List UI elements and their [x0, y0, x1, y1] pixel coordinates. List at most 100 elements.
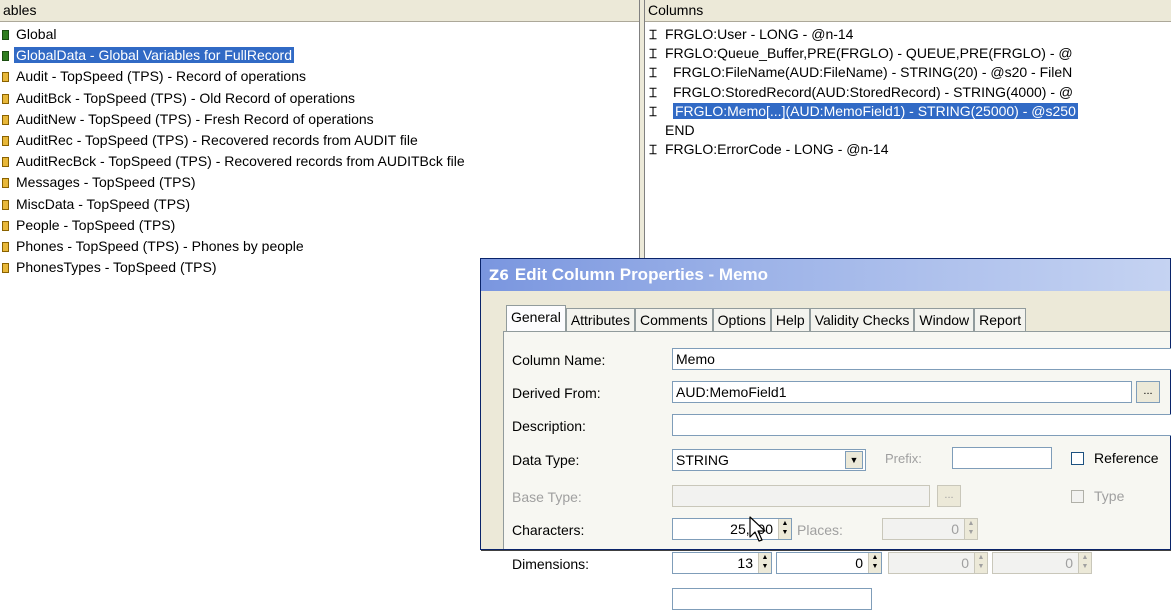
table-icon	[2, 114, 9, 125]
column-item-label: FRGLO:User - LONG - @n-14	[665, 26, 854, 42]
table-item-label: AuditRec - TopSpeed (TPS) - Recovered re…	[16, 132, 418, 148]
data-type-value: STRING	[676, 452, 729, 468]
tab-report[interactable]: Report	[974, 308, 1027, 332]
column-item[interactable]: ⌶ FRGLO:ErrorCode - LONG - @n-14	[647, 140, 1171, 158]
column-item[interactable]: ⌶ FRGLO:FileName(AUD:FileName) - STRING(2…	[647, 63, 1171, 81]
general-tab-panel: Column Name: Memo Derived From: AUD:Memo…	[503, 331, 1171, 610]
dimension-3-value: 0	[961, 555, 969, 571]
table-icon	[2, 199, 9, 210]
table-item-label: Phones - TopSpeed (TPS) - Phones by peop…	[16, 238, 304, 254]
table-item[interactable]: MiscData - TopSpeed (TPS)	[0, 195, 639, 213]
derived-from-input[interactable]: AUD:MemoField1	[672, 381, 1132, 403]
dialog-titlebar[interactable]: Z6 Edit Column Properties - Memo	[481, 259, 1170, 291]
columns-header[interactable]: Columns	[645, 0, 1171, 22]
tables-header[interactable]: ables	[0, 0, 639, 22]
column-icon: ⌶	[649, 66, 657, 82]
base-type-label: Base Type:	[512, 489, 582, 505]
dialog-tabs: General Attributes Comments Options Help Vali…	[506, 305, 1170, 332]
tab-comments[interactable]: Comments	[634, 308, 713, 332]
table-item[interactable]: AuditRec - TopSpeed (TPS) - Recovered re…	[0, 131, 639, 149]
column-icon: ⌶	[649, 143, 657, 159]
dialog-title: Edit Column Properties - Memo	[514, 265, 769, 284]
data-type-label: Data Type:	[512, 452, 580, 468]
dimension-1-input[interactable]: 13	[672, 552, 772, 574]
type-label: Type	[1094, 488, 1125, 504]
table-item-label: AuditRecBck - TopSpeed (TPS) - Recovered…	[16, 153, 465, 170]
column-item-label: FRGLO:StoredRecord(AUD:StoredRecord) - S…	[673, 83, 1074, 100]
table-icon	[2, 72, 9, 83]
characters-spinner[interactable]: ▲ ▼	[778, 519, 791, 539]
dimension-2-spinner[interactable]: ▲ ▼	[868, 553, 881, 573]
places-value: 0	[951, 521, 959, 537]
table-item[interactable]: Phones - TopSpeed (TPS) - Phones by peop…	[0, 237, 639, 255]
column-item[interactable]: ⌶ FRGLO:User - LONG - @n-14	[647, 25, 1171, 43]
column-item[interactable]: END	[647, 121, 1171, 139]
table-item-label: Audit - TopSpeed (TPS) - Record of opera…	[16, 68, 307, 85]
tab-general[interactable]: General	[506, 305, 566, 332]
column-item-label: END	[665, 122, 695, 138]
description-label: Description:	[512, 418, 586, 434]
column-item-label: FRGLO:ErrorCode - LONG - @n-14	[665, 141, 889, 158]
table-item[interactable]: GlobalData - Global Variables for FullRe…	[0, 46, 639, 64]
description-input[interactable]	[672, 414, 1171, 436]
tab-window[interactable]: Window	[914, 308, 975, 332]
table-icon	[2, 136, 9, 146]
dimension-1-spinner[interactable]: ▲ ▼	[758, 553, 771, 573]
dimension-2-value: 0	[855, 555, 863, 571]
data-type-select[interactable]: STRING	[672, 449, 866, 471]
derived-from-lookup-button[interactable]: ...	[1136, 381, 1160, 403]
app-icon: Z6	[489, 268, 509, 284]
global-data-icon	[2, 51, 9, 62]
table-item[interactable]: AuditNew - TopSpeed (TPS) - Fresh Record…	[0, 110, 639, 128]
places-label: Places:	[797, 522, 843, 538]
type-checkbox	[1071, 490, 1084, 503]
reference-checkbox[interactable]	[1071, 452, 1084, 465]
column-name-input[interactable]: Memo	[672, 348, 1171, 370]
column-icon: ⌶	[649, 28, 657, 43]
next-field-input[interactable]	[672, 588, 872, 610]
table-item-label: GlobalData - Global Variables for FullRe…	[14, 47, 294, 64]
table-item-label: AuditNew - TopSpeed (TPS) - Fresh Record…	[16, 110, 374, 127]
tab-help[interactable]: Help	[770, 308, 810, 332]
column-item[interactable]: ⌶ FRGLO:Memo[...](AUD:MemoField1) - STRIN…	[647, 102, 1171, 120]
table-item-label: PhonesTypes - TopSpeed (TPS)	[16, 259, 217, 276]
column-item-label: FRGLO:Queue_Buffer,PRE(FRGLO) - QUEUE,PR…	[665, 45, 1073, 62]
column-item[interactable]: ⌶ FRGLO:Queue_Buffer,PRE(FRGLO) - QUEUE,P…	[647, 44, 1171, 62]
dimension-3-spinner: ▲ ▼	[974, 553, 987, 573]
table-item[interactable]: Global	[0, 25, 639, 43]
column-icon: ⌶	[649, 47, 657, 63]
dimension-4-value: 0	[1065, 555, 1073, 571]
characters-input[interactable]: 25,000	[672, 518, 792, 540]
base-type-lookup-button: ...	[937, 485, 961, 507]
edit-column-properties-dialog: Z6 Edit Column Properties - Memo General A…	[480, 258, 1171, 610]
column-name-label: Column Name:	[512, 352, 606, 368]
dimensions-label: Dimensions:	[512, 556, 590, 572]
table-item[interactable]: People - TopSpeed (TPS)	[0, 216, 639, 234]
table-item[interactable]: Audit - TopSpeed (TPS) - Record of opera…	[0, 67, 639, 85]
dimension-4-spinner: ▲ ▼	[1078, 553, 1091, 573]
table-item-label: People - TopSpeed (TPS)	[16, 216, 176, 233]
mouse-cursor-icon	[749, 516, 766, 542]
tab-attributes[interactable]: Attributes	[565, 308, 635, 332]
dimension-4-input: 0	[992, 552, 1092, 574]
table-icon	[2, 93, 9, 104]
data-type-dropdown-button[interactable]: ▼	[845, 451, 863, 469]
table-icon	[2, 242, 9, 252]
column-item-label: FRGLO:FileName(AUD:FileName) - STRING(20…	[673, 64, 1073, 81]
table-item[interactable]: AuditRecBck - TopSpeed (TPS) - Recovered…	[0, 152, 639, 170]
prefix-input[interactable]	[952, 447, 1052, 469]
table-icon	[2, 220, 9, 231]
global-data-icon	[2, 30, 9, 40]
tab-validity-checks[interactable]: Validity Checks	[809, 308, 915, 332]
prefix-label: Prefix:	[885, 451, 922, 466]
dimension-2-input[interactable]: 0	[776, 552, 882, 574]
table-item-label: MiscData - TopSpeed (TPS)	[16, 195, 191, 212]
column-item[interactable]: ⌶ FRGLO:StoredRecord(AUD:StoredRecord) - …	[647, 83, 1171, 101]
table-item[interactable]: AuditBck - TopSpeed (TPS) - Old Record o…	[0, 89, 639, 107]
tab-options[interactable]: Options	[712, 308, 771, 332]
places-spinner: ▲ ▼	[964, 519, 977, 539]
table-item[interactable]: Messages - TopSpeed (TPS)	[0, 173, 639, 191]
table-item-label: Global	[16, 26, 57, 42]
dimension-1-value: 13	[737, 555, 753, 571]
derived-from-label: Derived From:	[512, 385, 601, 401]
